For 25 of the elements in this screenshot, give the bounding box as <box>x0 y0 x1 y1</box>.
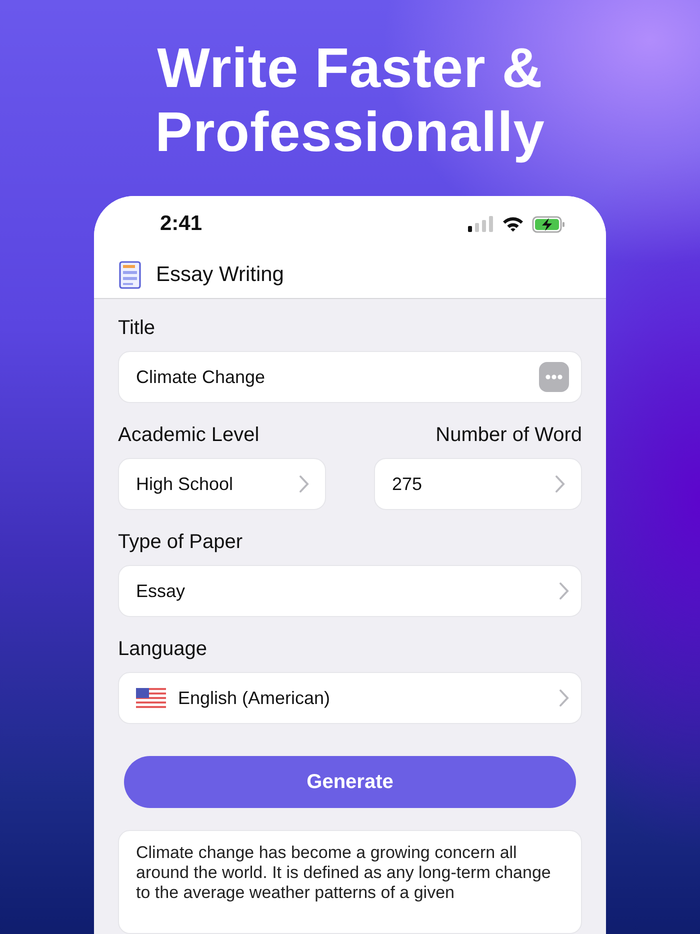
field-label: Title <box>118 317 156 340</box>
academic-level-select[interactable]: High School <box>118 458 326 510</box>
chevron-right-icon <box>559 689 569 707</box>
essay-text: Climate change has become a growing concern all around the world. It is defined as any long-term change to the average weather patterns of a given <box>136 843 552 903</box>
battery-charging-icon <box>532 216 566 233</box>
field-label: Academic Level <box>118 424 260 447</box>
chevron-right-icon <box>555 475 565 493</box>
language-select[interactable]: English (American) <box>118 672 582 724</box>
field-label: Language <box>118 638 208 661</box>
signal-icon <box>468 216 494 232</box>
screen-title: Essay Writing <box>156 263 284 288</box>
flag-icon <box>136 688 166 708</box>
essay-document-icon <box>118 261 144 290</box>
wifi-icon <box>502 216 524 232</box>
title-field[interactable]: Climate Change <box>118 351 582 403</box>
chevron-right-icon <box>299 475 309 493</box>
word-count-select[interactable]: 275 <box>374 458 582 510</box>
status-time: 2:41 <box>160 212 202 236</box>
field-label: Type of Paper <box>118 531 244 554</box>
paper-type-select[interactable]: Essay <box>118 565 582 617</box>
generate-button[interactable]: Generate <box>124 756 576 808</box>
chevron-right-icon <box>559 582 569 600</box>
more-icon <box>539 362 569 392</box>
field-label: Number of Word <box>434 424 582 447</box>
headline: Write Faster & Professionally <box>154 36 546 164</box>
